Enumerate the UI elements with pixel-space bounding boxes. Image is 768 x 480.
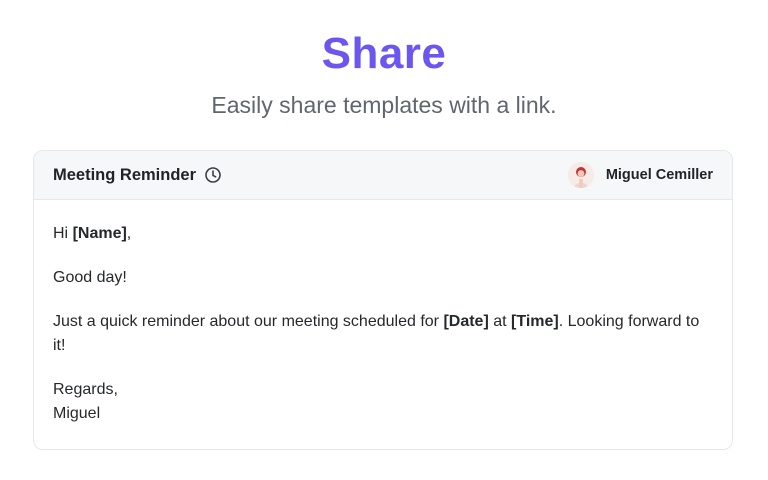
reminder-prefix: Just a quick reminder about our meeting … <box>53 313 444 330</box>
name-placeholder: [Name] <box>72 225 127 242</box>
template-card-header: Meeting Reminder Miguel Cemiller <box>34 151 732 200</box>
template-title-group: Meeting Reminder <box>53 166 222 185</box>
greeting-line: Hi [Name], <box>53 222 713 246</box>
template-card: Meeting Reminder Miguel Cemiller Hi [Nam… <box>33 150 733 450</box>
time-placeholder: [Time] <box>511 313 559 330</box>
greeting-prefix: Hi <box>53 225 73 242</box>
page-subtitle: Easily share templates with a link. <box>211 92 557 118</box>
signature-line: Miguel <box>53 405 101 422</box>
reminder-line: Just a quick reminder about our meeting … <box>53 310 713 358</box>
reminder-mid: at <box>488 313 512 330</box>
greeting-suffix: , <box>126 225 132 242</box>
avatar <box>567 162 594 188</box>
page-title: Share <box>321 29 447 78</box>
author-group: Miguel Cemiller <box>567 162 713 188</box>
closing-line: Regards, <box>53 381 118 398</box>
date-placeholder: [Date] <box>443 313 489 330</box>
good-day-line: Good day! <box>53 269 127 286</box>
author-name: Miguel Cemiller <box>605 167 713 183</box>
clock-icon <box>204 166 222 184</box>
template-body: Hi [Name], Good day! Just a quick remind… <box>34 200 732 426</box>
template-title: Meeting Reminder <box>53 165 197 184</box>
